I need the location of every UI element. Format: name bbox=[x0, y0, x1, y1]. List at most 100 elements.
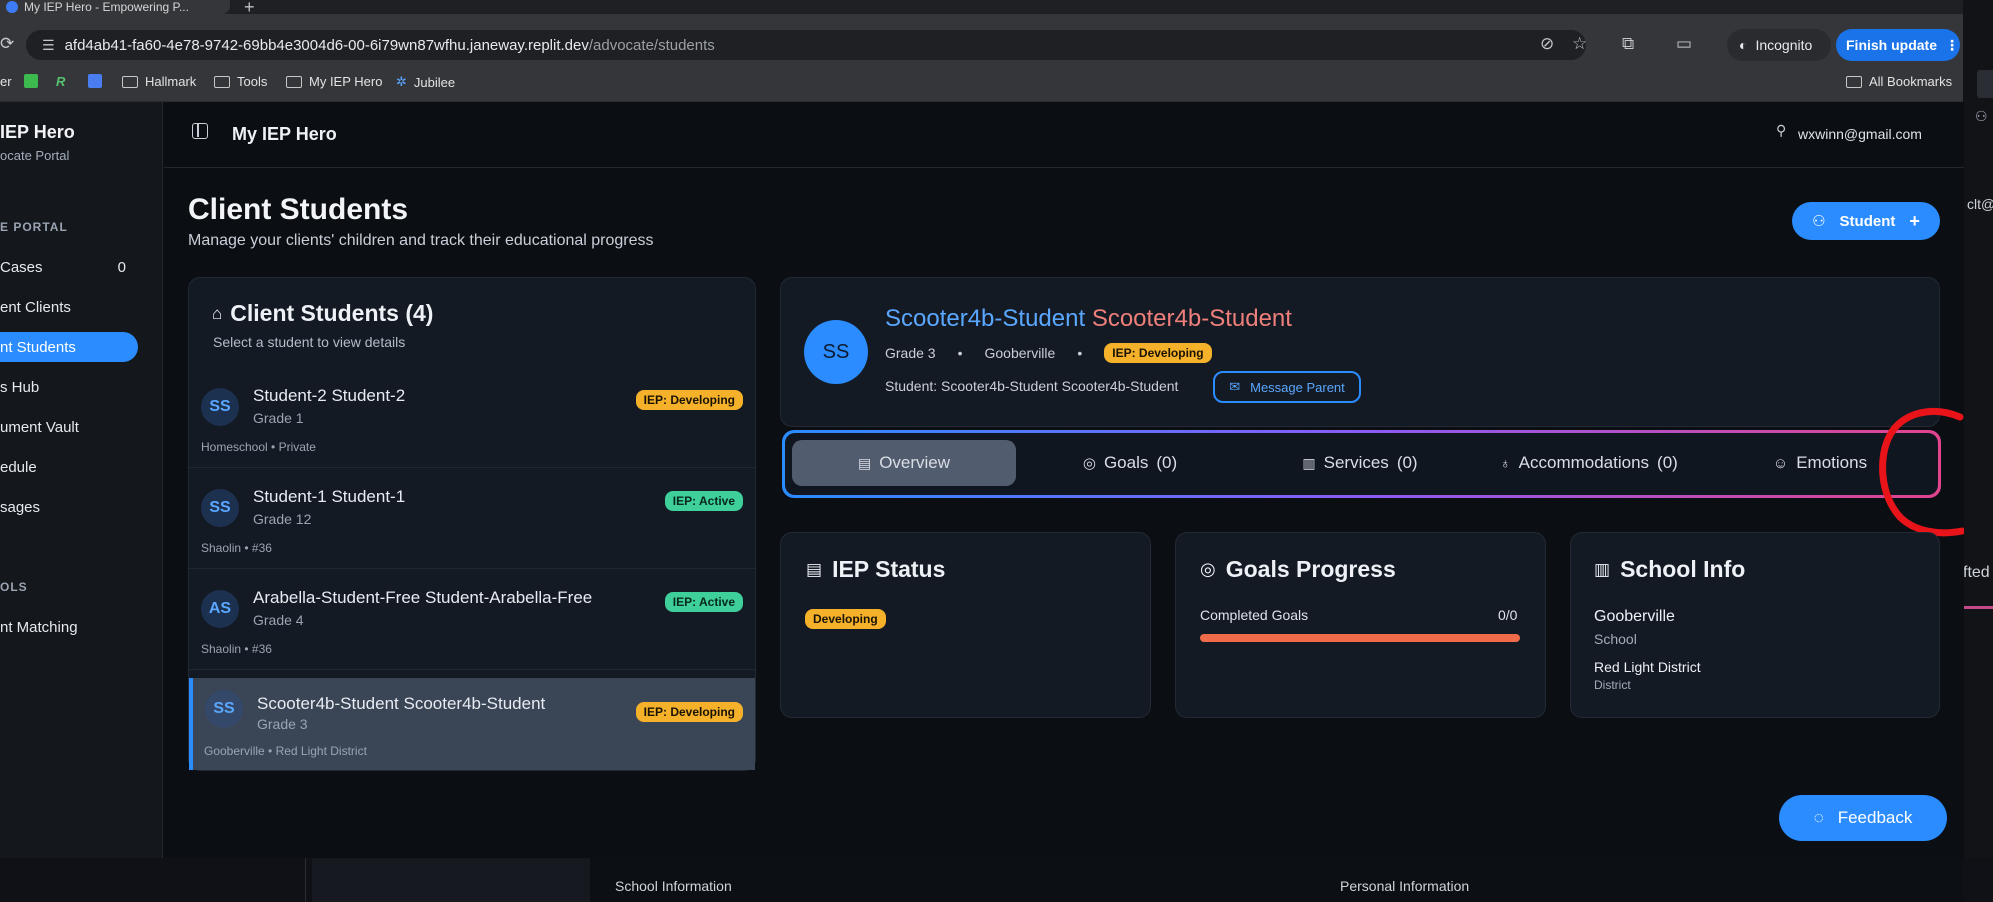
sidebar-section-portal: E PORTAL bbox=[0, 220, 68, 234]
tab-goals[interactable]: ◎ Goals (0) bbox=[1040, 440, 1220, 486]
sidebar: IEP Hero ocate Portal E PORTAL Cases 0 e… bbox=[0, 102, 163, 858]
finish-update-label: Finish update bbox=[1846, 37, 1937, 53]
sidebar-item-messages[interactable]: sages bbox=[0, 492, 138, 522]
student-meta: Homeschool • Private bbox=[201, 440, 316, 454]
avatar: SS bbox=[205, 690, 243, 728]
iep-status-badge: Developing bbox=[805, 609, 886, 629]
student-row[interactable]: SS Student-2 Student-2 Grade 1 Homeschoo… bbox=[189, 368, 755, 468]
goals-progress-bar bbox=[1200, 634, 1520, 642]
bookmark-icon-3[interactable] bbox=[88, 74, 102, 88]
bg-fragment-text: fted bbox=[1963, 564, 1990, 581]
mail-icon: ✉ bbox=[1229, 379, 1241, 394]
bookmark-fragment[interactable]: er bbox=[0, 74, 12, 89]
bookmark-folder-tools[interactable]: Tools bbox=[214, 74, 267, 89]
student-name: Student-1 Student-1 bbox=[253, 487, 406, 506]
star-icon[interactable]: ☆ bbox=[1572, 34, 1587, 54]
goals-progress-title: ◎ Goals Progress bbox=[1200, 556, 1396, 582]
school-name: Gooberville bbox=[1594, 608, 1675, 625]
student-meta: Gooberville • Red Light District bbox=[204, 744, 367, 758]
bookmark-jubilee[interactable]: ✲ Jubilee bbox=[396, 74, 455, 90]
extensions-icon[interactable]: ⧉ bbox=[1622, 34, 1634, 54]
folder-icon bbox=[286, 75, 302, 88]
status-badge: IEP: Active bbox=[664, 592, 743, 612]
bookmark-folder-my-iep-hero[interactable]: My IEP Hero bbox=[286, 74, 382, 89]
tab-overview[interactable]: ▤ Overview bbox=[792, 440, 1016, 486]
sidebar-item-document-vault[interactable]: ument Vault bbox=[0, 412, 138, 442]
tab-accommodations[interactable]: ♁ Accommodations (0) bbox=[1484, 440, 1694, 486]
district-name: Red Light District bbox=[1594, 659, 1701, 675]
student-grade: Grade 3 bbox=[885, 345, 936, 361]
app-title: My IEP Hero bbox=[232, 124, 337, 144]
folder-icon bbox=[214, 75, 230, 88]
sidebar-subtitle: ocate Portal bbox=[0, 148, 70, 163]
folder-icon bbox=[122, 75, 138, 88]
avatar: SS bbox=[201, 489, 239, 527]
all-bookmarks[interactable]: All Bookmarks bbox=[1846, 74, 1952, 89]
add-student-button[interactable]: ⚇ Student + bbox=[1792, 202, 1940, 240]
district-label: District bbox=[1594, 678, 1631, 692]
sidebar-item-schedule[interactable]: edule bbox=[0, 452, 138, 482]
smile-icon: ☺ bbox=[1772, 454, 1789, 472]
student-meta-line: Grade 3 • Gooberville • IEP: Developing bbox=[885, 343, 1212, 363]
sidebar-item-cases[interactable]: Cases 0 bbox=[0, 252, 138, 282]
document-icon: ▤ bbox=[857, 454, 872, 471]
student-grade: Grade 4 bbox=[253, 612, 304, 628]
tab-emotions[interactable]: ☺ Emotions bbox=[1760, 440, 1880, 486]
school-label: School bbox=[1594, 631, 1637, 647]
finish-update-button[interactable]: Finish update ⋮ bbox=[1836, 29, 1960, 61]
target-icon: ◎ bbox=[1082, 455, 1096, 472]
cast-icon[interactable]: ▭ bbox=[1676, 34, 1692, 54]
avatar: AS bbox=[201, 590, 239, 628]
student-row-selected[interactable]: SS Scooter4b-Student Scooter4b-Student G… bbox=[189, 678, 755, 770]
tab-services[interactable]: ▥ Services (0) bbox=[1270, 440, 1450, 486]
site-info-icon[interactable]: ☰ bbox=[42, 37, 55, 54]
url-host: afd4ab41-fa60-4e78-9742-69bb4e3004d6-00-… bbox=[64, 36, 589, 54]
address-bar[interactable]: ☰ afd4ab41-fa60-4e78-9742-69bb4e3004d6-0… bbox=[26, 30, 1586, 60]
reload-icon[interactable]: ⟳ bbox=[0, 34, 14, 54]
student-line: Student: Scooter4b-Student Scooter4b-Stu… bbox=[885, 378, 1179, 394]
student-name: Student-2 Student-2 bbox=[253, 386, 406, 405]
sidebar-item-hub[interactable]: s Hub bbox=[0, 372, 138, 402]
chat-icon: ◌ bbox=[1813, 808, 1824, 827]
bookmark-icon-2[interactable]: R bbox=[56, 74, 65, 89]
student-row[interactable]: SS Student-1 Student-1 Grade 12 Shaolin … bbox=[189, 469, 755, 569]
bookmark-folder-hallmark[interactable]: Hallmark bbox=[122, 74, 196, 89]
sidebar-item-students[interactable]: nt Students bbox=[0, 332, 138, 362]
page-subtitle: Manage your clients' children and track … bbox=[188, 232, 654, 249]
url-path: /advocate/students bbox=[588, 36, 715, 54]
sidebar-item-clients[interactable]: ent Clients bbox=[0, 292, 138, 322]
target-icon: ◎ bbox=[1200, 559, 1216, 579]
sidebar-item-matching[interactable]: nt Matching bbox=[0, 612, 138, 642]
user-email[interactable]: wxwinn@gmail.com bbox=[1798, 126, 1922, 142]
feedback-button[interactable]: ◌ Feedback bbox=[1779, 795, 1947, 841]
message-parent-button[interactable]: ✉ Message Parent bbox=[1213, 371, 1361, 403]
user-icon: ⚲ bbox=[1776, 122, 1787, 138]
student-meta: Shaolin • #36 bbox=[201, 642, 272, 656]
student-avatar: SS bbox=[804, 320, 868, 384]
folder-icon bbox=[1846, 75, 1862, 88]
cases-count: 0 bbox=[117, 258, 126, 276]
list-subtitle: Select a student to view details bbox=[213, 334, 406, 350]
bg-personal-information: Personal Information bbox=[1340, 878, 1470, 894]
sidebar-brand: IEP Hero bbox=[0, 122, 75, 142]
student-grade: Grade 1 bbox=[253, 410, 304, 426]
browser-tab[interactable]: My IEP Hero - Empowering P... bbox=[0, 0, 230, 14]
building-icon: ▥ bbox=[1302, 454, 1316, 471]
list-title: ⌂ Client Students (4) bbox=[212, 300, 434, 326]
incognito-indicator[interactable]: ◐ Incognito bbox=[1727, 29, 1831, 61]
bg-accent-line bbox=[1963, 606, 1993, 609]
school-info-title: ▥ School Info bbox=[1594, 556, 1746, 582]
student-name-heading: Scooter4b-Student Scooter4b-Student bbox=[885, 305, 1292, 332]
completed-goals-label: Completed Goals bbox=[1200, 607, 1309, 623]
eye-slash-icon[interactable]: ⊘ bbox=[1540, 34, 1554, 54]
student-grade: Grade 12 bbox=[253, 511, 312, 527]
sidebar-toggle-icon[interactable] bbox=[192, 123, 208, 139]
graduation-cap-icon: ⌂ bbox=[212, 303, 223, 323]
student-row[interactable]: AS Arabella-Student-Free Student-Arabell… bbox=[189, 570, 755, 670]
add-user-icon: ⚇ bbox=[1975, 108, 1988, 124]
app-header: My IEP Hero ⚲ wxwinn@gmail.com bbox=[164, 102, 1964, 168]
status-badge: IEP: Active bbox=[664, 491, 743, 511]
bookmark-icon-1[interactable] bbox=[24, 74, 38, 88]
incognito-icon: ◐ bbox=[1739, 37, 1748, 53]
jubilee-icon: ✲ bbox=[396, 74, 407, 89]
